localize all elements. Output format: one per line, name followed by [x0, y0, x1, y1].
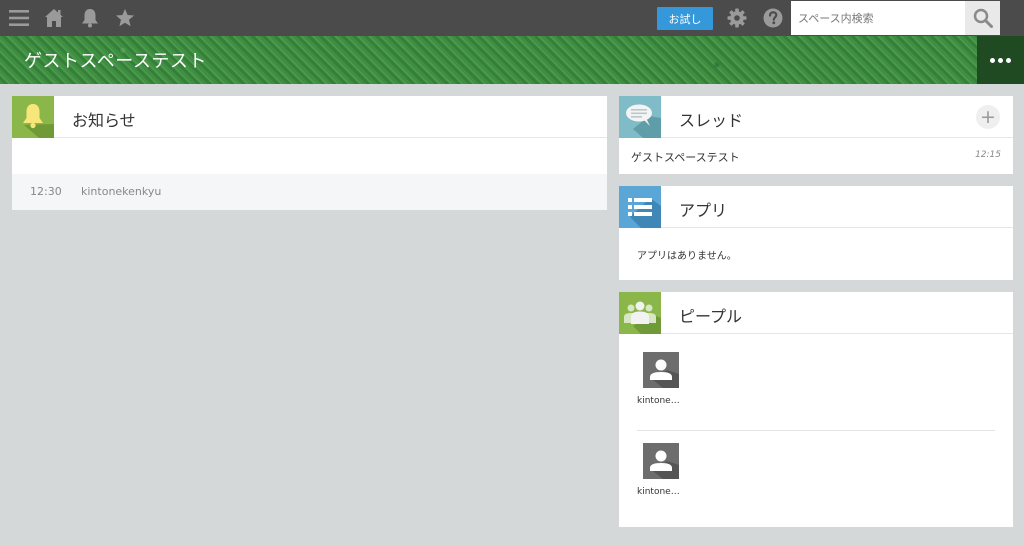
- notice-panel: お知らせ 12:30 kintonekenkyu: [12, 96, 607, 210]
- member-divider: [637, 430, 995, 431]
- trial-button[interactable]: お試し: [657, 7, 713, 30]
- top-navigation-bar: お試し: [0, 0, 1024, 36]
- menu-icon[interactable]: [8, 7, 30, 29]
- notice-user[interactable]: kintonekenkyu: [81, 185, 161, 198]
- app-panel-header: アプリ: [619, 186, 1013, 228]
- user-icon: [650, 359, 679, 388]
- bell-icon: [12, 96, 54, 138]
- space-search: [791, 1, 1000, 35]
- member-name: kintone…: [637, 396, 680, 406]
- notice-panel-title: お知らせ: [72, 111, 136, 130]
- thread-item-time: 12:15: [975, 150, 1001, 160]
- help-icon[interactable]: [762, 7, 784, 29]
- bell-icon[interactable]: [79, 7, 101, 29]
- search-button[interactable]: [965, 1, 1000, 35]
- plus-icon: +: [980, 105, 996, 128]
- more-options-icon: [990, 57, 1011, 63]
- space-header: ゲストスペーステスト: [0, 36, 1024, 84]
- app-list-icon: [619, 186, 661, 228]
- avatar[interactable]: [643, 443, 679, 479]
- app-panel-title: アプリ: [679, 201, 728, 220]
- people-panel: ピープル kintone… kintone…: [619, 292, 1013, 527]
- search-icon: [973, 8, 993, 28]
- people-panel-header: ピープル: [619, 292, 1013, 334]
- space-options-button[interactable]: [977, 36, 1024, 84]
- thread-panel: スレッド + ゲストスペーステスト 12:15: [619, 96, 1013, 174]
- space-search-input[interactable]: [791, 1, 965, 35]
- app-panel: アプリ アプリはありません。: [619, 186, 1013, 280]
- user-icon: [650, 450, 679, 479]
- speech-bubble-icon: [619, 96, 661, 138]
- home-icon[interactable]: [43, 7, 65, 29]
- people-icon: [619, 292, 661, 334]
- thread-item-name[interactable]: ゲストスペーステスト: [631, 149, 740, 165]
- notice-panel-header: お知らせ: [12, 96, 607, 138]
- notice-time: 12:30: [30, 185, 62, 198]
- add-thread-button[interactable]: +: [976, 105, 1000, 129]
- apps-empty-message: アプリはありません。: [637, 251, 737, 262]
- space-title: ゲストスペーステスト: [24, 51, 207, 72]
- thread-panel-header: スレッド +: [619, 96, 1013, 138]
- thread-panel-title: スレッド: [679, 111, 744, 130]
- member-name: kintone…: [637, 487, 680, 497]
- avatar[interactable]: [643, 352, 679, 388]
- people-panel-title: ピープル: [679, 307, 743, 326]
- notice-item[interactable]: 12:30 kintonekenkyu: [12, 174, 607, 210]
- gear-icon[interactable]: [726, 7, 748, 29]
- star-icon[interactable]: [114, 7, 136, 29]
